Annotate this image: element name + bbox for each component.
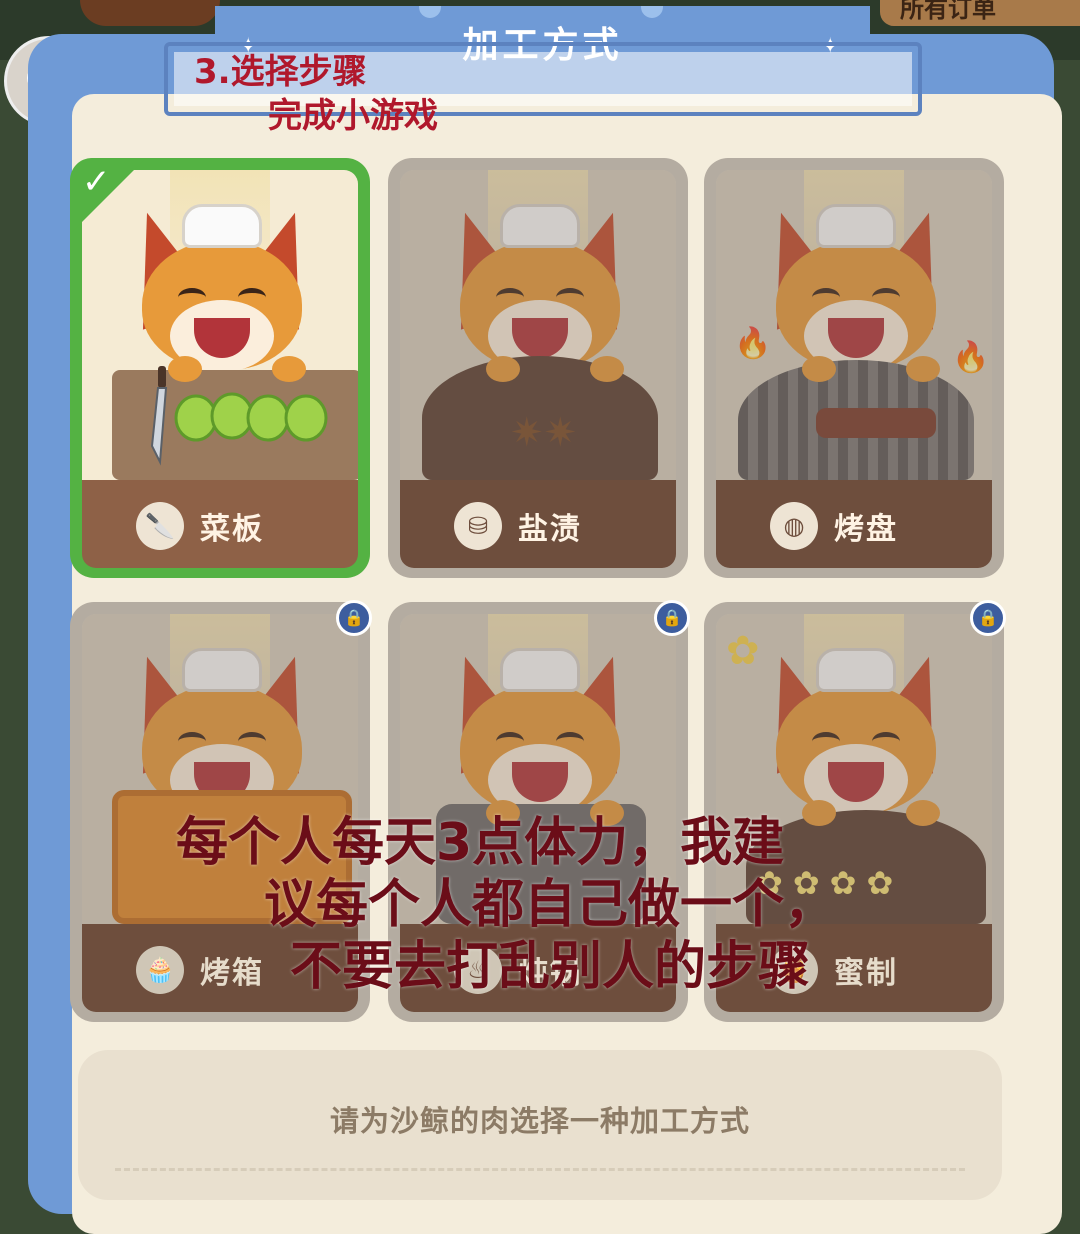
advice-line2: 议每个人都自己做一个， [263,875,836,935]
salt-shaker-icon: ⛁ [454,502,502,550]
step-annotation-line1: 3.选择步骤 [194,52,367,92]
lock-icon: 🔒 [336,600,372,636]
selection-prompt: 请为沙鲸的肉选择一种加工方式 [329,1104,750,1138]
card-footer: 🔪 菜板 [82,480,358,568]
lock-icon: 🔒 [970,600,1006,636]
lock-icon: 🔒 [654,600,690,636]
method-card-salting[interactable]: ✷✷ ⛁ 盐渍 [388,158,688,578]
method-label: 盐渍 [518,512,582,547]
method-label: 烤盘 [834,512,898,547]
advice-annotation: 每个人每天3点体力，我建 议每个人都自己做一个， 不要去打乱别人的步骤 [170,812,930,998]
cucumber-slices-icon [172,392,332,444]
checkmark-icon: ✓ [82,162,111,202]
wood-plank [80,0,220,26]
card-illustration: 🔥 🔥 [716,170,992,480]
advice-line1: 每个人每天3点体力，我建 [176,813,785,873]
chef-hat-icon [182,204,262,248]
card-illustration: ✷✷ [400,170,676,480]
all-orders-tab[interactable]: 所有订单 [880,0,1080,26]
advice-line3: 不要去打乱别人的步骤 [289,937,810,997]
knife-icon [148,366,174,466]
card-footer: ◍ 烤盘 [716,480,992,568]
grill-pan-icon: ◍ [770,502,818,550]
method-card-cutting-board[interactable]: 🔪 菜板 ✓ [70,158,370,578]
method-card-grill[interactable]: 🔥 🔥 ◍ 烤盘 [704,158,1004,578]
card-footer: ⛁ 盐渍 [400,480,676,568]
dashed-divider [115,1168,965,1171]
method-label: 菜板 [200,512,264,547]
cleaver-icon: 🔪 [136,502,184,550]
step-annotation-line2: 完成小游戏 [268,96,438,136]
step-annotation: 3.选择步骤 完成小游戏 [194,50,438,138]
